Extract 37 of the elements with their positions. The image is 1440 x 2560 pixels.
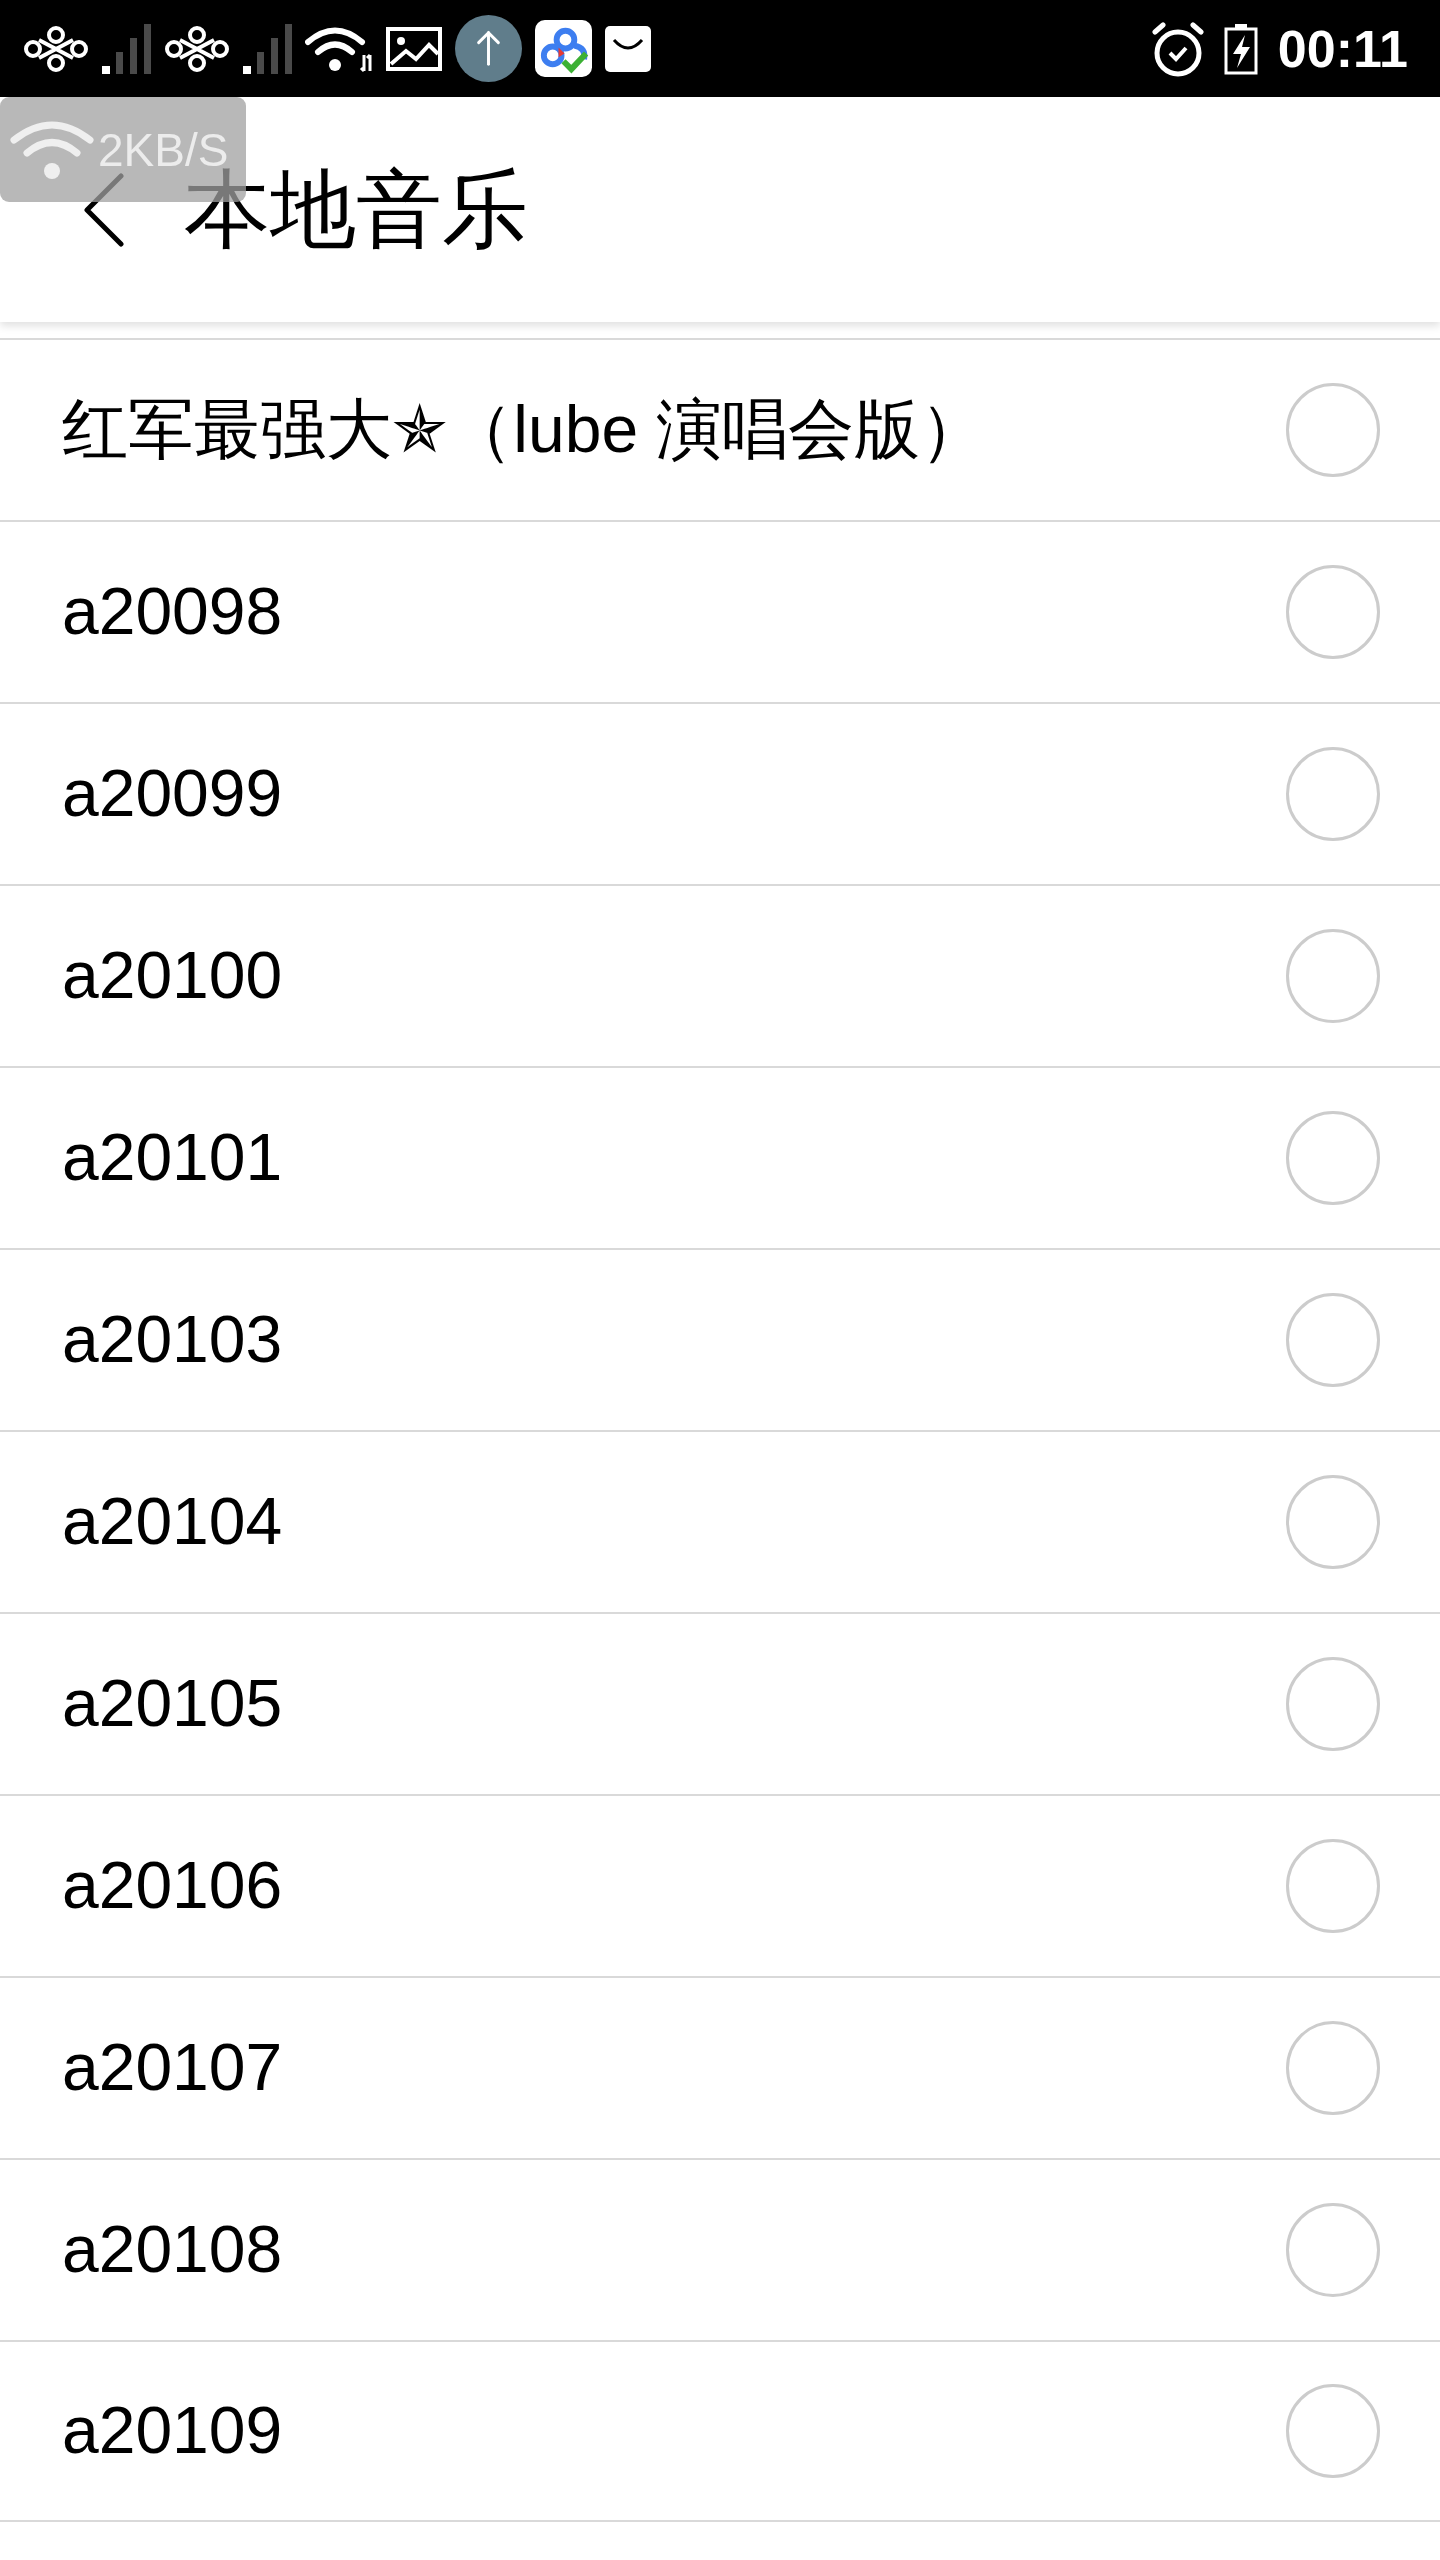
signal-icon xyxy=(243,23,292,74)
radio-button[interactable] xyxy=(1286,929,1380,1023)
song-title: a20104 xyxy=(62,1483,283,1561)
radio-button[interactable] xyxy=(1286,1839,1380,1933)
bag-icon xyxy=(605,25,651,72)
song-title: 红军最强大✯（lube 演唱会版） xyxy=(62,391,987,469)
wifi-icon xyxy=(305,24,373,73)
unicom-knot-icon xyxy=(23,25,89,72)
radio-button[interactable] xyxy=(1286,383,1380,477)
cloud-app-icon xyxy=(535,20,592,77)
radio-button[interactable] xyxy=(1286,2384,1380,2478)
clock-time: 00:11 xyxy=(1277,22,1408,75)
image-icon xyxy=(386,26,442,71)
unicom-knot-icon xyxy=(164,25,230,72)
radio-button[interactable] xyxy=(1286,1475,1380,1569)
upload-icon xyxy=(455,15,522,82)
signal-icon xyxy=(102,23,151,74)
song-title: a20103 xyxy=(62,1301,283,1379)
song-title: a20099 xyxy=(62,755,283,833)
radio-button[interactable] xyxy=(1286,2021,1380,2115)
radio-button[interactable] xyxy=(1286,1111,1380,1205)
song-title: a20107 xyxy=(62,2029,283,2107)
song-title: a20106 xyxy=(62,1847,283,1925)
song-title: a20109 xyxy=(62,2392,283,2470)
song-title: a20098 xyxy=(62,573,283,651)
song-title: a20108 xyxy=(62,2211,283,2289)
radio-button[interactable] xyxy=(1286,1293,1380,1387)
wifi-icon xyxy=(10,119,94,180)
alarm-icon xyxy=(1151,20,1204,77)
radio-button[interactable] xyxy=(1286,565,1380,659)
radio-button[interactable] xyxy=(1286,1657,1380,1751)
song-title: a20100 xyxy=(62,937,283,1015)
radio-button[interactable] xyxy=(1286,2203,1380,2297)
radio-button[interactable] xyxy=(1286,747,1380,841)
battery-charging-icon xyxy=(1223,22,1258,75)
song-title: a20105 xyxy=(62,1665,283,1743)
song-title: a20101 xyxy=(62,1119,283,1197)
